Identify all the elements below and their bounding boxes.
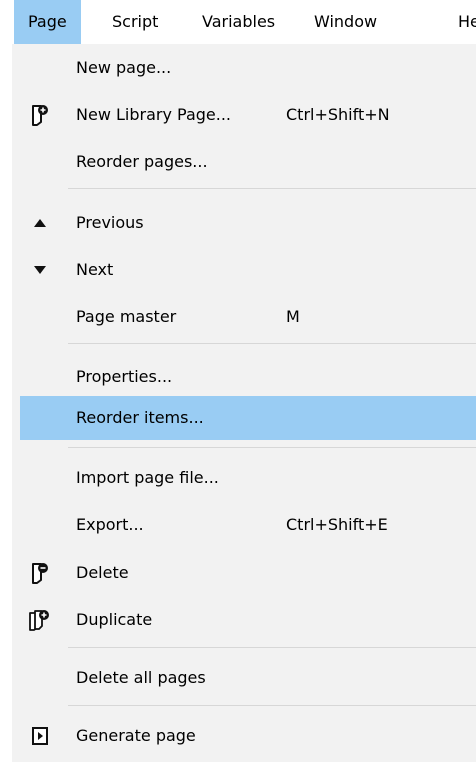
menu-item-new-page[interactable]: New page... xyxy=(20,46,476,90)
page-menu-dropdown: New page... New Library Page... Ctrl+Shi… xyxy=(12,44,476,762)
menubar-help[interactable]: He xyxy=(444,0,476,44)
menu-item-delete-all-pages[interactable]: Delete all pages xyxy=(20,656,476,700)
menu-separator xyxy=(68,705,476,706)
menu-item-label: Generate page xyxy=(76,726,196,745)
menu-separator xyxy=(68,343,476,344)
menu-item-next[interactable]: Next xyxy=(20,248,476,292)
menu-item-export[interactable]: Export... Ctrl+Shift+E xyxy=(20,503,476,547)
menu-item-label: New Library Page... xyxy=(76,105,232,124)
menu-separator xyxy=(68,447,476,448)
menu-item-previous[interactable]: Previous xyxy=(20,201,476,245)
menu-item-label: Reorder items... xyxy=(76,408,204,427)
triangle-up-icon xyxy=(28,211,52,235)
menu-item-label: Reorder pages... xyxy=(76,152,208,171)
new-library-page-icon xyxy=(28,103,52,127)
menu-item-label: New page... xyxy=(76,58,172,77)
menu-separator xyxy=(68,647,476,648)
duplicate-page-icon xyxy=(28,608,52,632)
menu-item-delete[interactable]: Delete xyxy=(20,551,476,595)
menu-item-label: Export... xyxy=(76,515,144,534)
menu-item-label: Import page file... xyxy=(76,468,219,487)
menu-item-label: Previous xyxy=(76,213,144,232)
menu-separator xyxy=(68,188,476,189)
generate-page-icon xyxy=(28,724,52,748)
menu-item-duplicate[interactable]: Duplicate xyxy=(20,598,476,642)
menu-item-label: Properties... xyxy=(76,367,173,386)
triangle-down-icon xyxy=(28,258,52,282)
menu-item-label: Page master xyxy=(76,307,177,326)
menu-item-generate-page[interactable]: Generate page xyxy=(20,714,476,758)
menubar-window[interactable]: Window xyxy=(300,0,391,44)
menubar-variables[interactable]: Variables xyxy=(188,0,289,44)
menu-item-label: Duplicate xyxy=(76,610,153,629)
menu-item-reorder-pages[interactable]: Reorder pages... xyxy=(20,140,476,184)
menu-item-label: Delete xyxy=(76,563,129,582)
menu-item-import-page-file[interactable]: Import page file... xyxy=(20,456,476,500)
menu-item-new-library-page[interactable]: New Library Page... Ctrl+Shift+N xyxy=(20,93,476,137)
menu-item-shortcut: M xyxy=(286,307,300,326)
delete-page-icon xyxy=(28,561,52,585)
menu-item-properties[interactable]: Properties... xyxy=(20,355,476,399)
menu-item-shortcut: Ctrl+Shift+E xyxy=(286,515,388,534)
menubar-page[interactable]: Page xyxy=(14,0,81,44)
menu-item-reorder-items[interactable]: Reorder items... xyxy=(20,396,476,440)
menu-bar: Page Script Variables Window He xyxy=(0,0,476,44)
menu-item-shortcut: Ctrl+Shift+N xyxy=(286,105,390,124)
menubar-script[interactable]: Script xyxy=(98,0,172,44)
menu-item-label: Next xyxy=(76,260,114,279)
menu-item-label: Delete all pages xyxy=(76,668,206,687)
menu-item-page-master[interactable]: Page master M xyxy=(20,295,476,339)
